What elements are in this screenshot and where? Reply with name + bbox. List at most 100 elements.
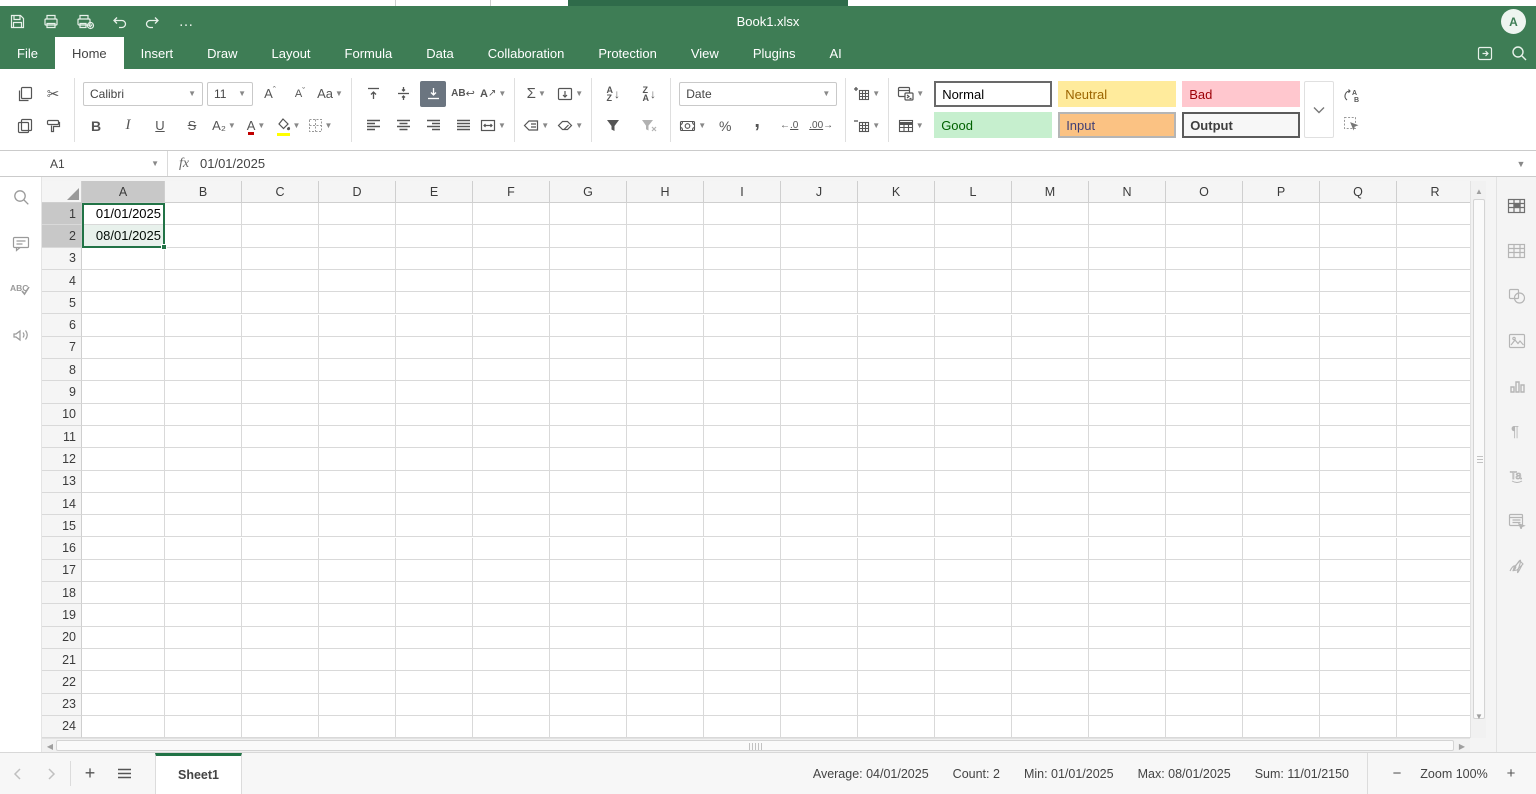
cell-O2[interactable] xyxy=(1166,225,1243,248)
cell-K24[interactable] xyxy=(858,715,935,738)
cell-G10[interactable] xyxy=(550,403,627,426)
decrease-font-button[interactable]: Aˇ xyxy=(287,81,313,107)
column-header-F[interactable]: F xyxy=(473,181,550,203)
cell-M3[interactable] xyxy=(1012,247,1089,270)
column-header-M[interactable]: M xyxy=(1012,181,1089,203)
search-icon[interactable] xyxy=(0,180,42,214)
row-header-6[interactable]: 6 xyxy=(42,314,82,337)
cell-N7[interactable] xyxy=(1089,336,1166,360)
cell-O1[interactable] xyxy=(1166,203,1243,226)
cell-I3[interactable] xyxy=(704,247,781,270)
cell-A8[interactable] xyxy=(82,359,165,382)
cell-A1[interactable]: 01/01/2025 xyxy=(82,203,165,226)
cell-R20[interactable] xyxy=(1397,627,1470,649)
menu-tab-ai[interactable]: AI xyxy=(812,37,858,69)
merge-cells-button[interactable]: ▼ xyxy=(480,113,506,139)
cell-G6[interactable] xyxy=(550,314,627,337)
cell-K11[interactable] xyxy=(858,426,935,449)
cell-P16[interactable] xyxy=(1243,537,1320,560)
cell-K13[interactable] xyxy=(858,470,935,493)
cell-M19[interactable] xyxy=(1012,604,1089,627)
row-header-3[interactable]: 3 xyxy=(42,247,82,270)
cell-H11[interactable] xyxy=(627,426,704,449)
feedback-icon[interactable] xyxy=(0,318,42,352)
sort-descending-button[interactable]: Z A ↓ xyxy=(636,81,662,107)
cell-A14[interactable] xyxy=(82,492,165,516)
cell-O9[interactable] xyxy=(1166,381,1243,404)
cell-O12[interactable] xyxy=(1166,448,1243,471)
underline-button[interactable]: U xyxy=(147,113,173,139)
menu-tab-plugins[interactable]: Plugins xyxy=(736,37,813,69)
row-header-24[interactable]: 24 xyxy=(42,715,82,738)
cell-F24[interactable] xyxy=(473,715,550,738)
cell-I9[interactable] xyxy=(704,381,781,404)
row-header-4[interactable]: 4 xyxy=(42,269,82,293)
cell-Q23[interactable] xyxy=(1320,693,1397,716)
cell-C10[interactable] xyxy=(242,403,319,426)
row-header-16[interactable]: 16 xyxy=(42,537,82,560)
cell-R13[interactable] xyxy=(1397,471,1470,493)
cell-Q2[interactable] xyxy=(1320,225,1397,248)
cell-L24[interactable] xyxy=(935,715,1012,738)
cell-N14[interactable] xyxy=(1089,492,1166,516)
cell-N13[interactable] xyxy=(1089,470,1166,493)
cell-G20[interactable] xyxy=(550,626,627,649)
cell-I21[interactable] xyxy=(704,649,781,672)
save-icon[interactable] xyxy=(0,9,34,35)
scroll-right-arrow[interactable]: ▶ xyxy=(1455,739,1469,753)
sheet-list-button[interactable] xyxy=(107,753,141,794)
cell-R23[interactable] xyxy=(1397,694,1470,716)
cell-Q12[interactable] xyxy=(1320,448,1397,471)
decrease-decimal-button[interactable]: ← .0 xyxy=(776,113,802,139)
cell-O24[interactable] xyxy=(1166,715,1243,738)
cell-D14[interactable] xyxy=(319,492,396,516)
cell-Q7[interactable] xyxy=(1320,336,1397,360)
cell-D8[interactable] xyxy=(319,359,396,382)
chart-settings-icon[interactable] xyxy=(1497,363,1536,408)
cell-M5[interactable] xyxy=(1012,292,1089,315)
vertical-scrollbar[interactable]: ▲ ▼ xyxy=(1470,181,1486,738)
cell-L3[interactable] xyxy=(935,247,1012,270)
cell-B12[interactable] xyxy=(165,448,242,471)
cell-F14[interactable] xyxy=(473,492,550,516)
cell-B5[interactable] xyxy=(165,292,242,315)
row-header-18[interactable]: 18 xyxy=(42,582,82,605)
cell-G3[interactable] xyxy=(550,247,627,270)
cell-L17[interactable] xyxy=(935,559,1012,583)
cell-Q16[interactable] xyxy=(1320,537,1397,560)
orientation-button[interactable]: A ↗ ▼ xyxy=(480,81,506,107)
cell-L4[interactable] xyxy=(935,269,1012,293)
cell-N8[interactable] xyxy=(1089,359,1166,382)
cell-style-output[interactable]: Output xyxy=(1182,112,1301,138)
align-justify-button[interactable] xyxy=(450,113,476,139)
cell-Q9[interactable] xyxy=(1320,381,1397,404)
cell-A20[interactable] xyxy=(82,626,165,649)
row-header-23[interactable]: 23 xyxy=(42,693,82,716)
cell-G13[interactable] xyxy=(550,470,627,493)
image-settings-icon[interactable] xyxy=(1497,318,1536,363)
cell-M18[interactable] xyxy=(1012,582,1089,605)
cell-E15[interactable] xyxy=(396,515,473,538)
cell-G17[interactable] xyxy=(550,559,627,583)
cell-L9[interactable] xyxy=(935,381,1012,404)
cell-M9[interactable] xyxy=(1012,381,1089,404)
cell-O4[interactable] xyxy=(1166,269,1243,293)
cell-F16[interactable] xyxy=(473,537,550,560)
cell-M7[interactable] xyxy=(1012,336,1089,360)
cell-A5[interactable] xyxy=(82,292,165,315)
cell-E8[interactable] xyxy=(396,359,473,382)
cell-J20[interactable] xyxy=(781,626,858,649)
cell-F17[interactable] xyxy=(473,559,550,583)
cell-C13[interactable] xyxy=(242,470,319,493)
cell-N16[interactable] xyxy=(1089,537,1166,560)
cell-Q15[interactable] xyxy=(1320,515,1397,538)
cell-A6[interactable] xyxy=(82,314,165,337)
cell-F8[interactable] xyxy=(473,359,550,382)
cell-K14[interactable] xyxy=(858,492,935,516)
cell-J24[interactable] xyxy=(781,715,858,738)
cell-style-neutral[interactable]: Neutral xyxy=(1058,81,1177,107)
cell-N21[interactable] xyxy=(1089,649,1166,672)
cell-D24[interactable] xyxy=(319,715,396,738)
cell-D21[interactable] xyxy=(319,649,396,672)
cell-N19[interactable] xyxy=(1089,604,1166,627)
